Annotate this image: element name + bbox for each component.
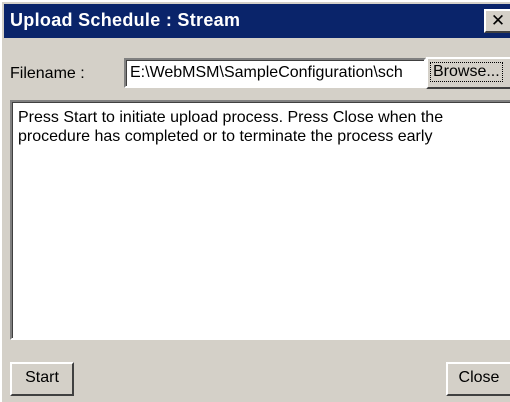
filename-value: E:\WebMSM\SampleConfiguration\sch <box>130 64 403 81</box>
filename-label: Filename : <box>10 65 85 82</box>
window-title: Upload Schedule : Stream <box>10 10 241 30</box>
close-button[interactable]: Close <box>446 362 510 396</box>
browse-button-label: Browse... <box>430 62 503 82</box>
filename-input[interactable]: E:\WebMSM\SampleConfiguration\sch <box>124 58 426 88</box>
upload-schedule-dialog: Upload Schedule : Stream ✕ Filename : E:… <box>0 0 510 402</box>
title-bar[interactable]: Upload Schedule : Stream ✕ <box>4 4 510 38</box>
browse-button[interactable]: Browse... <box>426 57 510 89</box>
close-icon: ✕ <box>490 11 506 30</box>
start-button[interactable]: Start <box>10 362 74 396</box>
instructions-text: Press Start to initiate upload process. … <box>18 109 444 145</box>
message-area[interactable]: Press Start to initiate upload process. … <box>10 100 510 340</box>
close-window-button[interactable]: ✕ <box>484 9 510 33</box>
